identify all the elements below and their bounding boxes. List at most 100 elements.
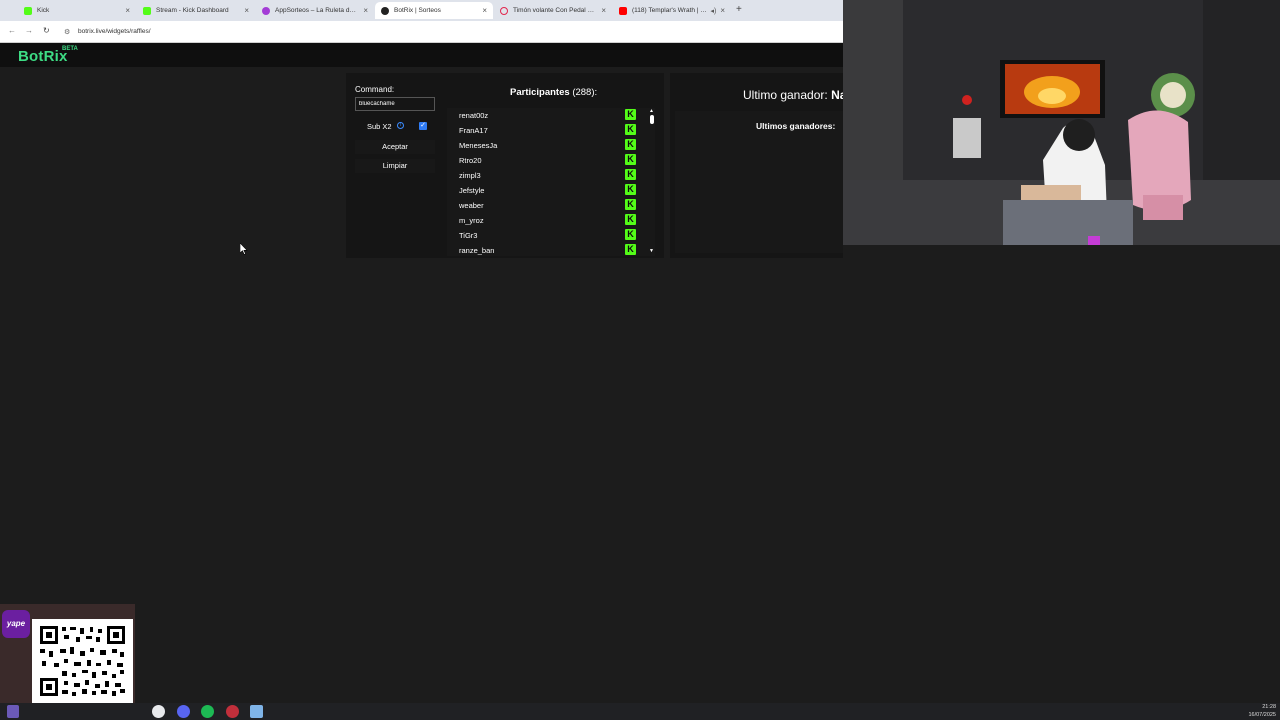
- participants-label: Participantes: [510, 87, 570, 98]
- webcam-image: [843, 0, 1280, 245]
- forward-icon[interactable]: →: [25, 26, 33, 35]
- list-item: FranA17 K: [447, 123, 642, 138]
- last-winner-heading: Ultimo ganador: Na: [743, 88, 843, 102]
- command-label: Command:: [355, 85, 395, 94]
- tab-youtube[interactable]: (118) Templar's Wrath | Sac… ◂) ×: [613, 2, 731, 19]
- clear-button[interactable]: Limpiar: [355, 159, 435, 173]
- scroll-down-icon[interactable]: ▼: [649, 248, 654, 254]
- list-item: m_yroz K: [447, 213, 642, 228]
- qr-code-image: [32, 619, 133, 703]
- new-tab-button[interactable]: +: [736, 4, 742, 15]
- back-icon[interactable]: ←: [8, 26, 16, 35]
- kick-icon: K: [625, 184, 636, 195]
- site-header: BotRix BETA: [0, 43, 843, 67]
- kick-icon: K: [625, 139, 636, 150]
- tab-title: Kick: [37, 7, 50, 14]
- list-item: MenesesJa K: [447, 138, 642, 153]
- sub-x2-label: Sub X2: [367, 122, 392, 131]
- tab-title: (118) Templar's Wrath | Sac…: [632, 7, 709, 14]
- site-info-icon[interactable]: ⚙: [64, 28, 70, 36]
- address-bar: ← → ↻ ⚙ botrix.live/widgets/raffles/: [0, 21, 843, 43]
- close-icon[interactable]: ×: [720, 6, 725, 15]
- info-icon[interactable]: i: [397, 122, 404, 129]
- tab-title: Stream - Kick Dashboard: [156, 7, 229, 14]
- kick-icon: K: [625, 229, 636, 240]
- participant-name: ranze_ban: [459, 246, 495, 255]
- kick-icon: K: [625, 109, 636, 120]
- tab-kick[interactable]: Kick ×: [18, 2, 136, 19]
- donation-qr-overlay: yape: [0, 604, 135, 703]
- last-winner-label: Ultimo ganador:: [743, 88, 828, 102]
- app-icon[interactable]: [7, 705, 19, 718]
- close-icon[interactable]: ×: [363, 6, 368, 15]
- screen: Kick × Stream - Kick Dashboard × AppSort…: [0, 0, 1280, 720]
- list-item: Rtro20 K: [447, 153, 642, 168]
- winners-list: [675, 111, 843, 253]
- system-clock[interactable]: 21:28 16/07/2025: [1248, 703, 1276, 719]
- chrome-icon[interactable]: [152, 705, 165, 718]
- close-icon[interactable]: ×: [482, 6, 487, 15]
- tab-logitech[interactable]: Timón volante Con Pedal Logit… ×: [494, 2, 612, 19]
- botrix-logo[interactable]: BotRix: [18, 48, 68, 65]
- participant-name: renat00z: [459, 111, 489, 120]
- spotify-icon[interactable]: [201, 705, 214, 718]
- mouse-cursor-icon: [240, 243, 248, 255]
- participant-name: TiGr3: [459, 231, 478, 240]
- taskbar: 21:28 16/07/2025: [0, 703, 1280, 720]
- participant-name: Jefstyle: [459, 186, 485, 195]
- list-item: zimpl3 K: [447, 168, 642, 183]
- scroll-thumb[interactable]: [650, 115, 654, 124]
- close-icon[interactable]: ×: [244, 6, 249, 15]
- participant-name: weaber: [459, 201, 484, 210]
- kick-icon: K: [625, 154, 636, 165]
- kick-icon: K: [625, 214, 636, 225]
- list-item: Jefstyle K: [447, 183, 642, 198]
- tab-title: Timón volante Con Pedal Logit…: [513, 7, 598, 14]
- tab-kick-dashboard[interactable]: Stream - Kick Dashboard ×: [137, 2, 255, 19]
- participant-name: m_yroz: [459, 216, 484, 225]
- beta-badge: BETA: [62, 46, 78, 52]
- qr-code: [32, 619, 133, 703]
- store-favicon-icon: [500, 6, 508, 15]
- close-icon[interactable]: ×: [601, 6, 606, 15]
- list-item: renat00z K: [447, 108, 642, 123]
- list-item: TiGr3 K: [447, 228, 642, 243]
- participants-title: Participantes (288):: [510, 87, 597, 98]
- participants-scrollbar[interactable]: ▲ ▼: [648, 108, 655, 256]
- notepad-icon[interactable]: [250, 705, 263, 718]
- participants-list[interactable]: renat00z K FranA17 K MenesesJa K Rtro20 K zi…: [447, 108, 655, 256]
- sub-x2-checkbox[interactable]: ✓: [419, 122, 427, 130]
- webcam-feed: [843, 0, 1280, 245]
- kick-icon: K: [625, 199, 636, 210]
- discord-icon[interactable]: [177, 705, 190, 718]
- last-winner-value: Na: [831, 88, 843, 102]
- participant-name: MenesesJa: [459, 141, 498, 150]
- participant-name: Rtro20: [459, 156, 482, 165]
- close-icon[interactable]: ×: [125, 6, 130, 15]
- accept-button[interactable]: Aceptar: [355, 140, 435, 154]
- browser-tab-bar: Kick × Stream - Kick Dashboard × AppSort…: [0, 0, 843, 21]
- clock-date: 16/07/2025: [1248, 712, 1276, 718]
- youtube-favicon-icon: [619, 6, 627, 15]
- raffle-panel: Command: Sub X2 i ✓ Aceptar Limpiar Part…: [346, 73, 664, 258]
- tab-title: BotRix | Sorteos: [394, 7, 441, 14]
- kick-favicon-icon: [24, 6, 32, 15]
- botrix-favicon-icon: [381, 6, 389, 15]
- scroll-up-icon[interactable]: ▲: [649, 108, 654, 114]
- kick-favicon-icon: [143, 6, 151, 15]
- tab-botrix-sorteos[interactable]: BotRix | Sorteos ×: [375, 2, 493, 19]
- speaker-icon[interactable]: ◂): [710, 7, 716, 15]
- participant-name: zimpl3: [459, 171, 481, 180]
- winner-panel: Ultimo ganador: Na Ultimos ganadores:: [670, 73, 843, 258]
- command-input[interactable]: [355, 97, 435, 111]
- tab-title: AppSorteos – La Ruleta de la S…: [275, 7, 359, 14]
- yape-logo: yape: [2, 610, 30, 638]
- clock-time: 21:28: [1262, 704, 1276, 710]
- url-field[interactable]: botrix.live/widgets/raffles/: [78, 28, 151, 35]
- reload-icon[interactable]: ↻: [43, 26, 50, 35]
- list-item: weaber K: [447, 198, 642, 213]
- tab-appsorteos[interactable]: AppSorteos – La Ruleta de la S… ×: [256, 2, 374, 19]
- participant-name: FranA17: [459, 126, 488, 135]
- app-red-icon[interactable]: [226, 705, 239, 718]
- kick-icon: K: [625, 124, 636, 135]
